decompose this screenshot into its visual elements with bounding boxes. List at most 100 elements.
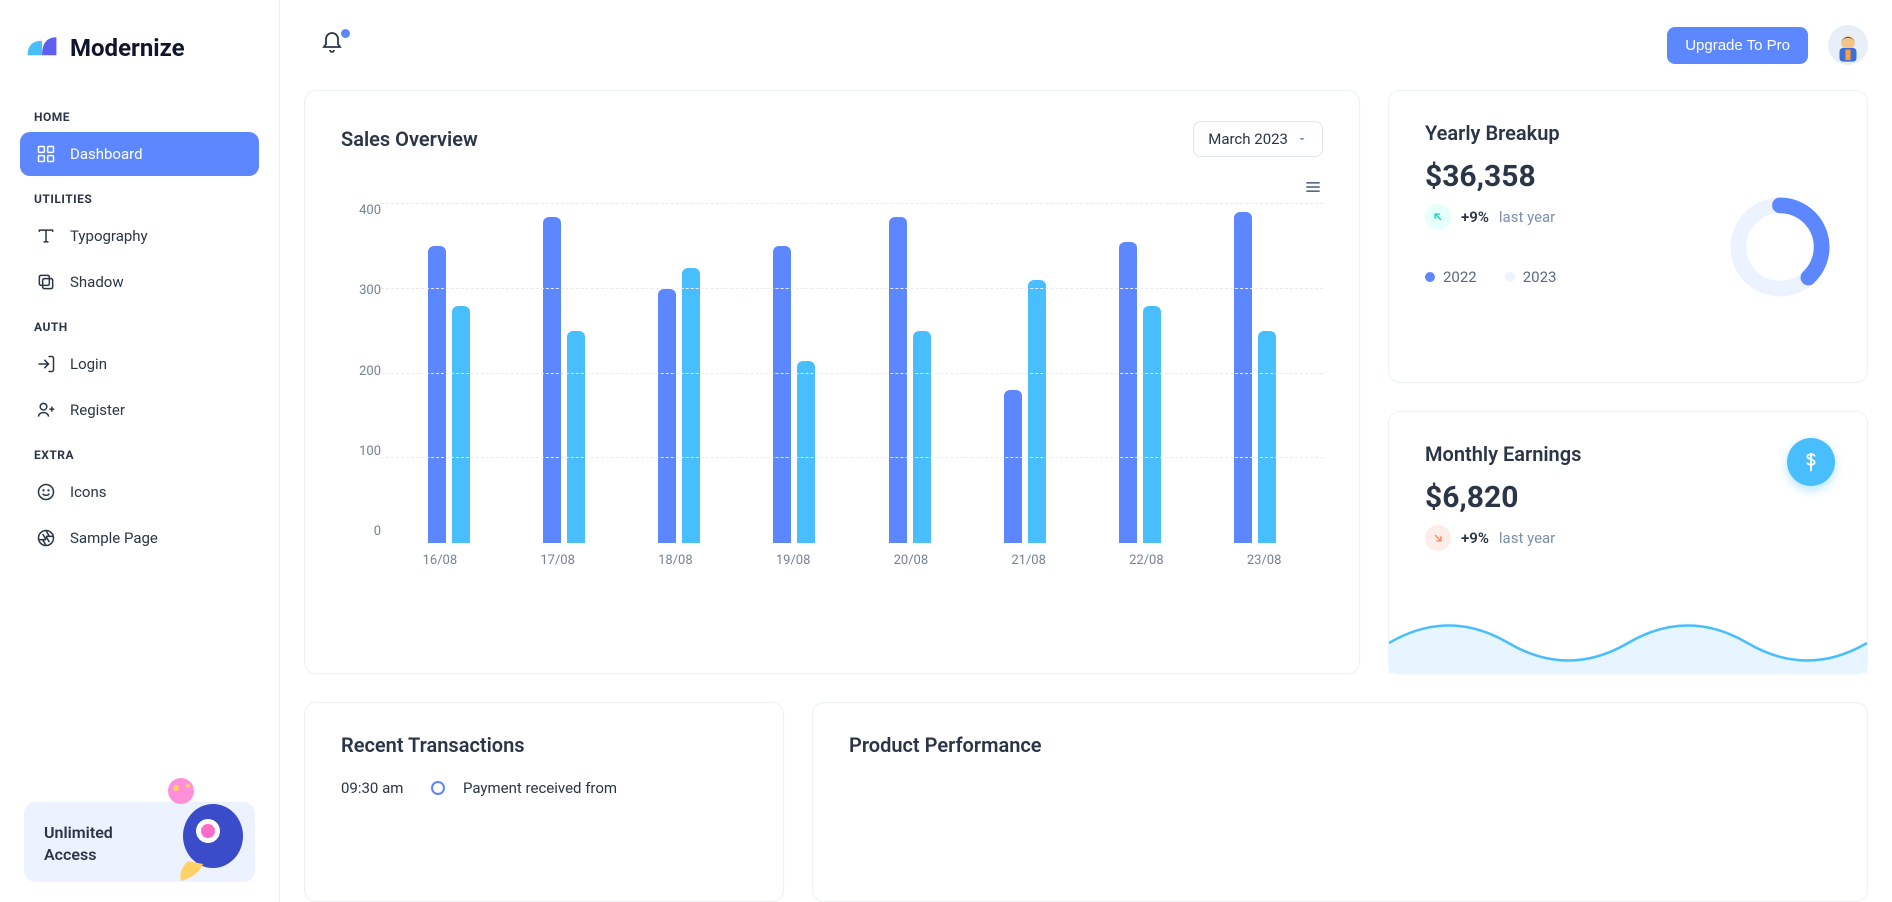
- sidebar: Modernize HOME Dashboard UTILITIES Typog…: [0, 0, 280, 902]
- menu-icon: [1303, 177, 1323, 197]
- yearly-value: $36,358: [1425, 159, 1831, 194]
- period-select-label: March 2023: [1208, 130, 1288, 148]
- chevron-down-icon: [1296, 133, 1308, 145]
- transaction-row: 09:30 am Payment received from: [341, 779, 747, 797]
- bar-group: [773, 204, 815, 543]
- promo-card: Unlimited Access: [24, 802, 255, 882]
- monthly-sparkline: [1389, 603, 1867, 673]
- legend-item: 2022: [1425, 268, 1477, 286]
- sidebar-item-label: Icons: [70, 483, 107, 501]
- x-tick: 22/08: [1088, 553, 1206, 568]
- dashboard-icon: [36, 144, 56, 164]
- x-tick: 19/08: [734, 553, 852, 568]
- topbar: Upgrade To Pro: [304, 0, 1868, 90]
- chart-bar[interactable]: [543, 217, 561, 543]
- chart-menu-button[interactable]: [1303, 177, 1323, 197]
- monthly-earnings-card: Monthly Earnings $6,820 +9% last year: [1388, 411, 1868, 674]
- upgrade-button[interactable]: Upgrade To Pro: [1667, 27, 1808, 64]
- mood-icon: [36, 482, 56, 502]
- sidebar-item-label: Sample Page: [70, 529, 158, 547]
- bar-group: [658, 204, 700, 543]
- sidebar-item-login[interactable]: Login: [20, 342, 259, 386]
- notification-dot: [341, 29, 350, 38]
- chart-bar[interactable]: [428, 246, 446, 543]
- chart-bar[interactable]: [1004, 390, 1022, 543]
- product-performance-card: Product Performance: [812, 702, 1868, 902]
- timeline-dot-icon: [431, 781, 445, 795]
- monthly-delta: +9%: [1461, 529, 1489, 547]
- x-tick: 21/08: [970, 553, 1088, 568]
- chart-bar[interactable]: [889, 217, 907, 543]
- main: Upgrade To Pro Sales Overview March 2023: [280, 0, 1892, 902]
- legend-label: 2023: [1523, 268, 1557, 286]
- sidebar-item-typography[interactable]: Typography: [20, 214, 259, 258]
- notifications-button[interactable]: [320, 31, 348, 59]
- sidebar-item-shadow[interactable]: Shadow: [20, 260, 259, 304]
- x-tick: 18/08: [617, 553, 735, 568]
- sidebar-item-label: Login: [70, 355, 107, 373]
- sidebar-item-label: Typography: [70, 227, 148, 245]
- login-icon: [36, 354, 56, 374]
- user-avatar[interactable]: [1828, 25, 1868, 65]
- sales-chart: 400 300 200 100 0 16/0817/0818/0819/0820/082…: [341, 177, 1323, 568]
- chart-bar[interactable]: [682, 268, 700, 543]
- sidebar-item-icons[interactable]: Icons: [20, 470, 259, 514]
- nav-section-extra: EXTRA: [20, 434, 259, 470]
- brand[interactable]: Modernize: [0, 20, 279, 96]
- period-select[interactable]: March 2023: [1193, 121, 1323, 157]
- x-tick: 17/08: [499, 553, 617, 568]
- transaction-text: Payment received from: [463, 779, 617, 797]
- bar-group: [1119, 204, 1161, 543]
- yearly-donut-chart: [1725, 192, 1835, 302]
- sidebar-item-label: Dashboard: [70, 145, 143, 163]
- chart-y-axis: 400 300 200 100 0: [341, 203, 381, 543]
- chart-bar[interactable]: [773, 246, 791, 543]
- sidebar-item-dashboard[interactable]: Dashboard: [20, 132, 259, 176]
- recent-transactions-card: Recent Transactions 09:30 am Payment rec…: [304, 702, 784, 902]
- performance-title: Product Performance: [849, 733, 1831, 757]
- chart-bar[interactable]: [913, 331, 931, 543]
- transactions-title: Recent Transactions: [341, 733, 747, 757]
- avatar-icon: [1831, 31, 1865, 65]
- chart-x-axis: 16/0817/0818/0819/0820/0821/0822/0823/08: [381, 553, 1323, 568]
- bar-group: [1234, 204, 1276, 543]
- dollar-icon: [1800, 451, 1822, 473]
- arrow-up-left-icon: [1431, 210, 1445, 224]
- sales-title: Sales Overview: [341, 127, 478, 151]
- legend-dot-icon: [1505, 272, 1515, 282]
- nav-section-utilities: UTILITIES: [20, 178, 259, 214]
- yearly-title: Yearly Breakup: [1425, 121, 1831, 145]
- typography-icon: [36, 226, 56, 246]
- y-tick: 100: [359, 444, 381, 459]
- transactions-list: 09:30 am Payment received from: [341, 779, 747, 797]
- bar-group: [428, 204, 470, 543]
- aperture-icon: [36, 528, 56, 548]
- chart-bar[interactable]: [452, 306, 470, 543]
- sales-overview-card: Sales Overview March 2023 400 300 200 100 0: [304, 90, 1360, 674]
- promo-title: Unlimited Access: [44, 822, 164, 865]
- y-tick: 400: [359, 203, 381, 218]
- delta-down-badge: [1425, 525, 1451, 551]
- chart-bar[interactable]: [797, 361, 815, 543]
- chart-bar[interactable]: [1028, 280, 1046, 543]
- chart-bar[interactable]: [567, 331, 585, 543]
- brand-name: Modernize: [70, 34, 185, 62]
- y-tick: 200: [359, 364, 381, 379]
- x-tick: 16/08: [381, 553, 499, 568]
- chart-bar[interactable]: [1258, 331, 1276, 543]
- chart-bar[interactable]: [1143, 306, 1161, 543]
- y-tick: 300: [359, 283, 381, 298]
- brand-logo-icon: [24, 30, 60, 66]
- monthly-title: Monthly Earnings: [1425, 442, 1831, 466]
- sidebar-item-register[interactable]: Register: [20, 388, 259, 432]
- legend-item: 2023: [1505, 268, 1557, 286]
- sidebar-item-sample-page[interactable]: Sample Page: [20, 516, 259, 560]
- chart-bar[interactable]: [658, 289, 676, 543]
- shadow-icon: [36, 272, 56, 292]
- chart-bar[interactable]: [1234, 212, 1252, 543]
- y-tick: 0: [374, 524, 381, 539]
- transaction-time: 09:30 am: [341, 779, 413, 797]
- yearly-breakup-card: Yearly Breakup $36,358 +9% last year 202…: [1388, 90, 1868, 383]
- x-tick: 23/08: [1205, 553, 1323, 568]
- bar-group: [543, 204, 585, 543]
